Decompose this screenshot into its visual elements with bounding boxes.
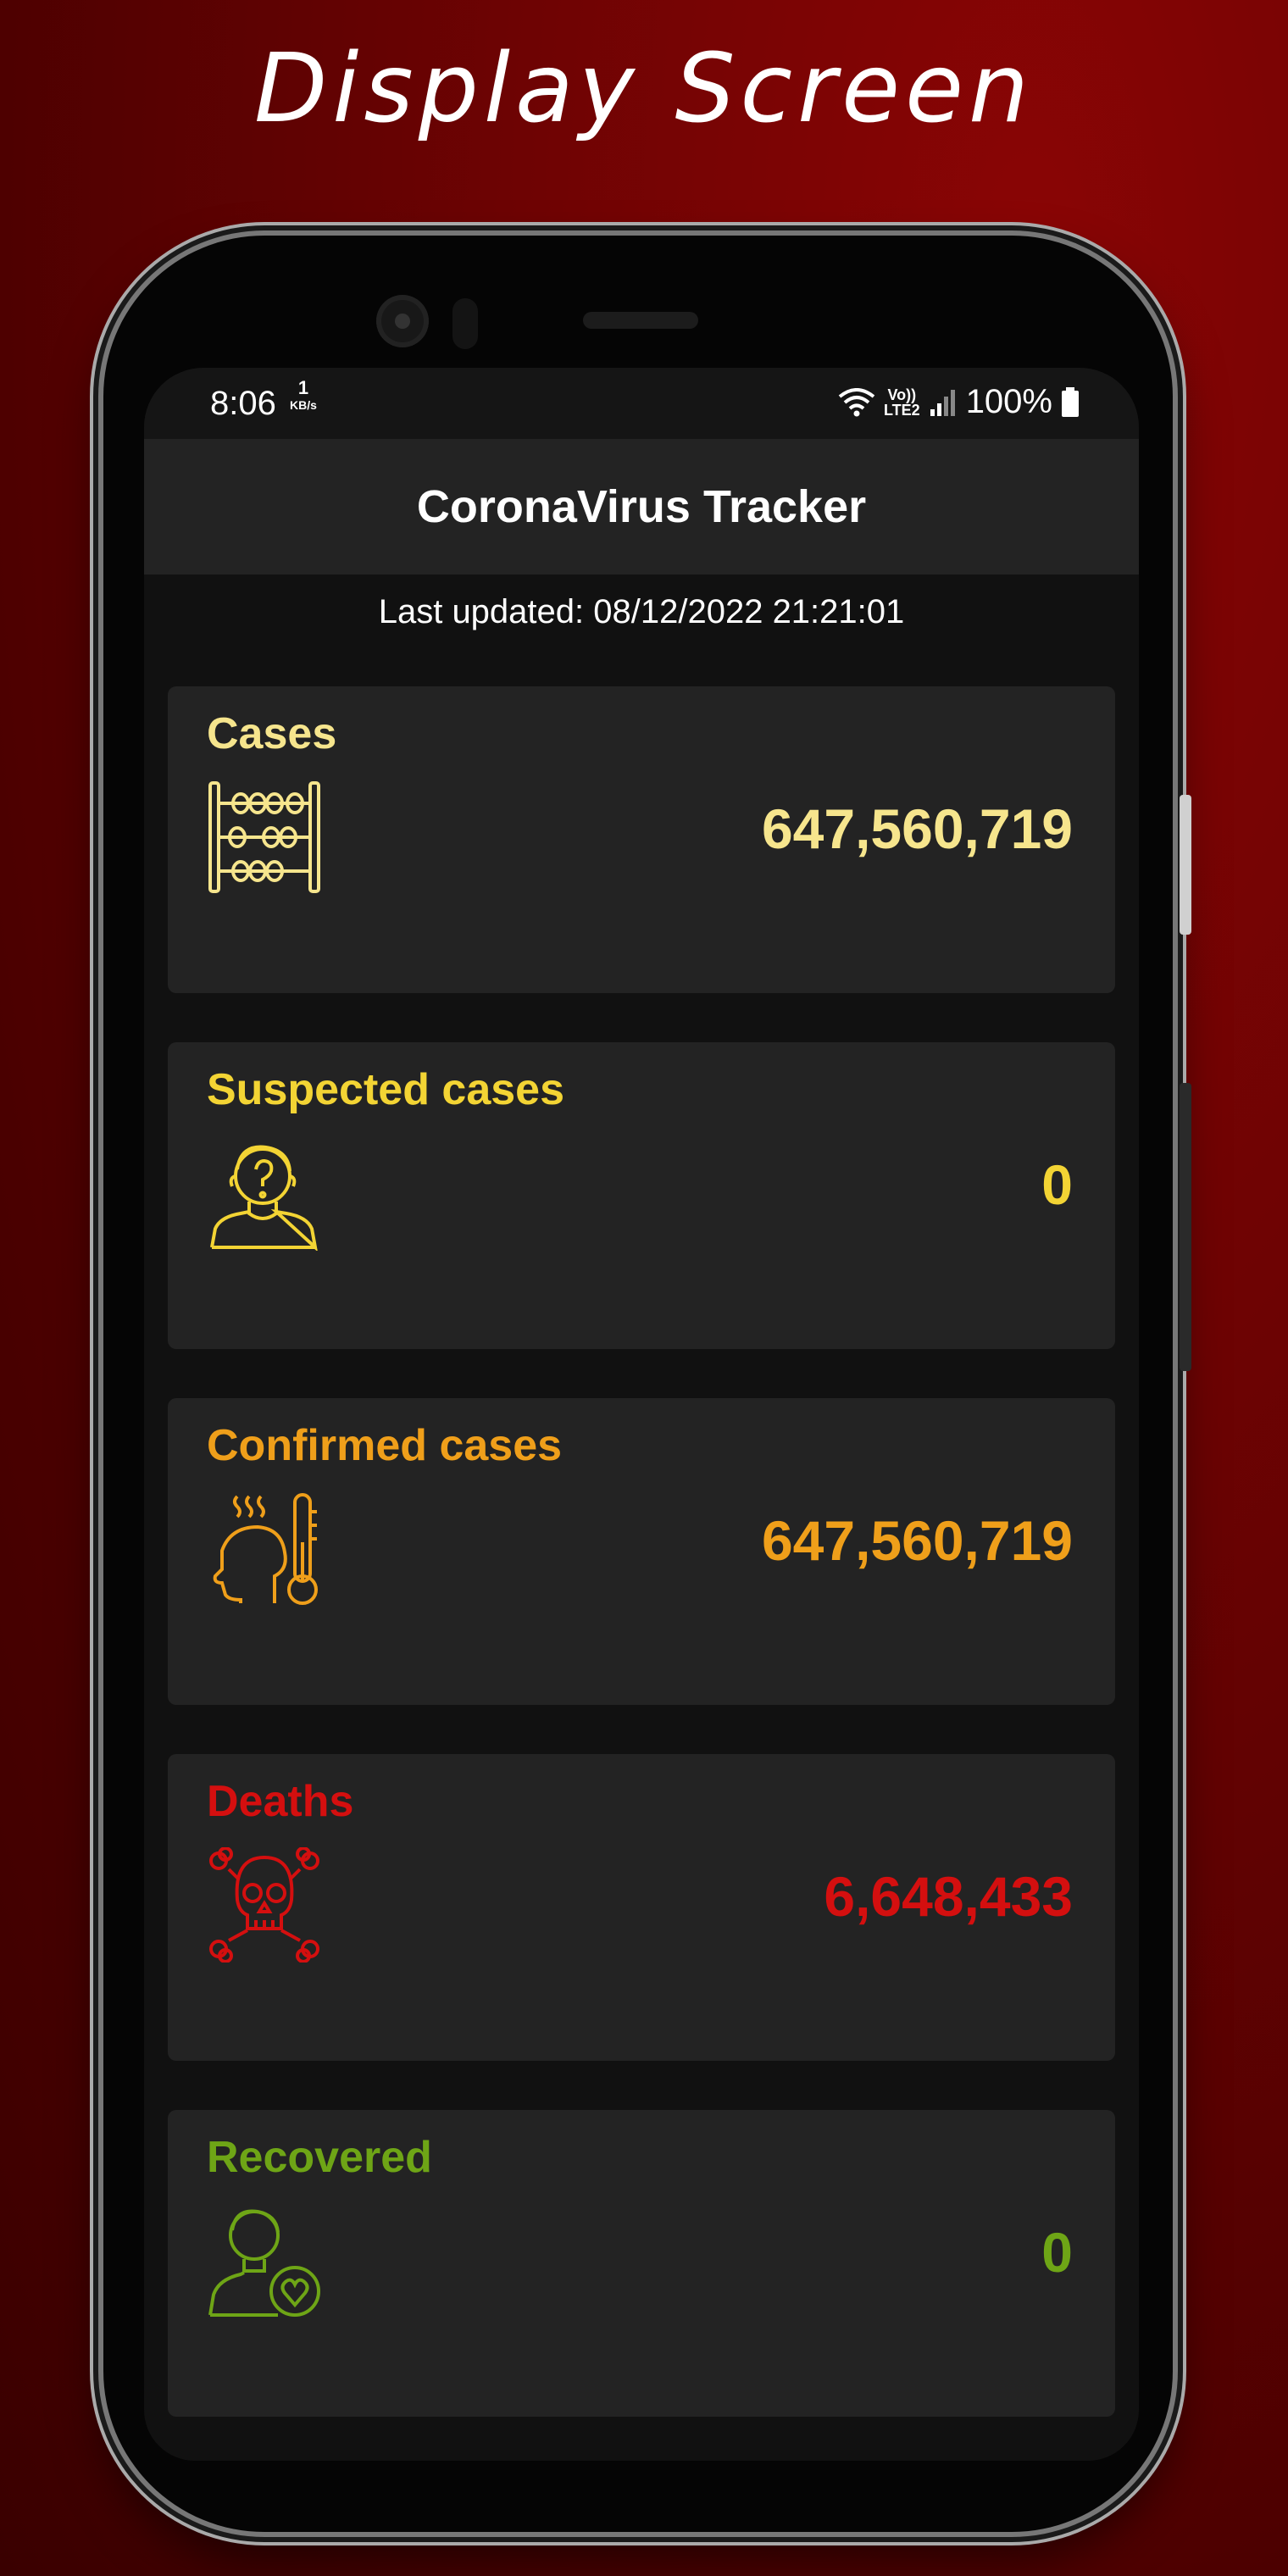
earpiece-speaker: [583, 312, 698, 329]
stat-card-deaths[interactable]: Deaths 6,648,433: [168, 1754, 1115, 2061]
wifi-icon: [838, 387, 875, 416]
front-camera: [376, 295, 429, 347]
network-speed-value: 1: [297, 377, 309, 398]
status-right: Vo)) LTE2 100%: [838, 383, 1080, 421]
network-speed-unit: KB/s: [290, 398, 317, 412]
app-title: CoronaVirus Tracker: [416, 481, 867, 532]
signal-icon: [930, 389, 955, 416]
phone-volume-button: [1180, 1083, 1191, 1371]
stat-value: 647,560,719: [761, 797, 1073, 860]
recovered-person-icon: [208, 2209, 320, 2317]
stat-card-cases[interactable]: Cases 647,560,719: [168, 686, 1115, 993]
volte-top: Vo)): [887, 386, 917, 403]
app-bar: CoronaVirus Tracker: [144, 439, 1139, 575]
fever-thermometer-icon: [213, 1493, 318, 1605]
status-time: 8:06: [210, 385, 276, 422]
suspected-person-icon: [210, 1145, 318, 1251]
stat-label: Confirmed cases: [207, 1421, 563, 1470]
proximity-sensor: [452, 298, 478, 349]
abacus-icon: [208, 781, 320, 893]
phone-screen: 8:06 1 KB/s Vo)) LTE2 100% CoronaVirus T…: [144, 368, 1139, 2461]
stat-label: Recovered: [207, 2133, 432, 2182]
stat-label: Cases: [207, 709, 337, 758]
stat-card-recovered[interactable]: Recovered 0: [168, 2110, 1115, 2417]
stat-value: 0: [1041, 1153, 1073, 1216]
skull-crossbones-icon: [209, 1847, 319, 1963]
stat-label: Deaths: [207, 1777, 354, 1826]
battery-percent: 100%: [965, 383, 1052, 420]
stat-value: 0: [1041, 2221, 1073, 2284]
stat-label: Suspected cases: [207, 1065, 565, 1114]
page-headline: Display Screen: [254, 34, 1034, 144]
volte-indicator: Vo)) LTE2: [884, 387, 920, 418]
stat-value: 6,648,433: [824, 1865, 1073, 1928]
status-bar: 8:06 1 KB/s Vo)) LTE2 100%: [144, 368, 1139, 439]
last-updated-text: Last updated: 08/12/2022 21:21:01: [378, 593, 905, 630]
phone-side-button: [1180, 795, 1191, 935]
phone-frame: 8:06 1 KB/s Vo)) LTE2 100% CoronaVirus T…: [103, 236, 1191, 2532]
volte-bottom: LTE2: [884, 401, 920, 419]
network-speed: 1 KB/s: [290, 377, 317, 414]
stat-card-suspected[interactable]: Suspected cases 0: [168, 1042, 1115, 1349]
battery-icon: [1062, 386, 1079, 417]
stat-card-confirmed[interactable]: Confirmed cases 647,560,719: [168, 1398, 1115, 1705]
stat-value: 647,560,719: [761, 1509, 1073, 1572]
